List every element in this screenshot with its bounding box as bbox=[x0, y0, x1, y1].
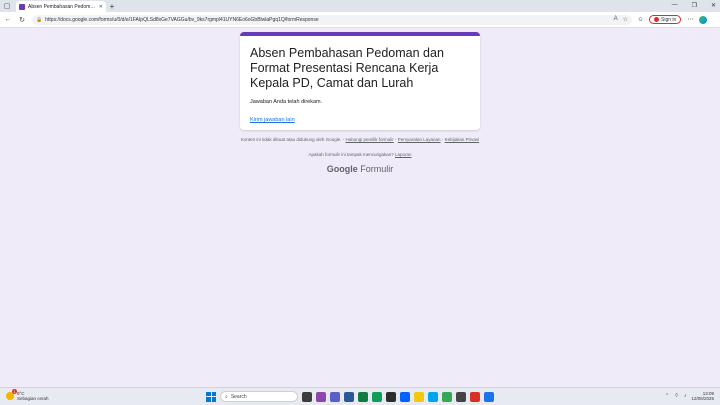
favorite-star-icon[interactable]: ☆ bbox=[623, 16, 628, 23]
maximize-icon[interactable]: ❐ bbox=[692, 2, 697, 9]
volume-icon[interactable]: ♪ bbox=[684, 393, 687, 399]
chrome-icon[interactable] bbox=[442, 391, 452, 402]
app-icon[interactable] bbox=[484, 391, 494, 402]
wifi-icon[interactable]: ⌔ bbox=[674, 393, 679, 399]
taskbar: 1 9°C Sebagian cerah ⌕ Search ⌃ ⌔ ♪ 13:0… bbox=[0, 387, 720, 405]
submit-another-response-link[interactable]: Kirim jawaban lain bbox=[250, 117, 295, 123]
refresh-icon[interactable]: ↻ bbox=[16, 14, 28, 26]
footer-separator: - bbox=[441, 137, 444, 142]
form-response-card: Absen Pembahasan Pedoman dan Format Pres… bbox=[240, 32, 480, 130]
taskbar-apps: ⌕ Search bbox=[206, 391, 494, 402]
terminal-icon[interactable] bbox=[386, 391, 396, 402]
store-icon[interactable] bbox=[344, 391, 354, 402]
task-view-icon[interactable] bbox=[302, 391, 312, 402]
lock-icon: 🔒 bbox=[36, 16, 43, 23]
more-menu-icon[interactable]: ⋯ bbox=[687, 16, 693, 23]
back-icon[interactable]: ← bbox=[2, 14, 14, 26]
forms-favicon-icon bbox=[19, 3, 25, 10]
footer-disclaimer: Konten ini tidak dibuat atau didukung ol… bbox=[240, 137, 345, 142]
weather-badge: 1 bbox=[12, 389, 17, 394]
profile-avatar-icon bbox=[654, 17, 660, 22]
brand-google: Google bbox=[326, 164, 358, 174]
favorites-icon[interactable]: ✩ bbox=[638, 16, 643, 23]
dropbox-icon[interactable] bbox=[400, 391, 410, 402]
weather-sun-icon: 1 bbox=[6, 389, 17, 400]
weather-widget[interactable]: 1 9°C Sebagian cerah bbox=[6, 389, 49, 401]
outlook-icon[interactable] bbox=[428, 391, 438, 402]
report-line: Apakah formulir ini tampak mencurigakan?… bbox=[240, 152, 480, 158]
tab-actions-icon[interactable]: ▢ bbox=[0, 0, 14, 12]
search-icon: ⌕ bbox=[225, 393, 228, 400]
browser-toolbar: ← ↻ 🔒 https://docs.google.com/forms/u/0/… bbox=[0, 12, 720, 28]
tab-title: Absen Pembahasan Pedoman dan bbox=[28, 3, 96, 10]
footer-disclaimer-line: Konten ini tidak dibuat atau didukung ol… bbox=[240, 137, 480, 143]
pdf-app-icon[interactable] bbox=[470, 391, 480, 402]
minimize-icon[interactable]: — bbox=[672, 2, 678, 9]
address-bar[interactable]: 🔒 https://docs.google.com/forms/u/0/d/e/… bbox=[32, 14, 632, 25]
read-aloud-icon[interactable]: A bbox=[614, 16, 618, 23]
brand-forms: Formulir bbox=[360, 164, 394, 174]
footer-separator: - bbox=[395, 137, 397, 142]
tray-chevron-icon[interactable]: ⌃ bbox=[665, 393, 669, 399]
url-text[interactable]: https://docs.google.com/forms/u/0/d/e/1F… bbox=[45, 17, 610, 23]
clock-date: 12/06/2025 bbox=[691, 396, 714, 401]
close-tab-icon[interactable]: ✕ bbox=[99, 4, 103, 10]
edge-browser-icon[interactable] bbox=[372, 391, 382, 402]
new-tab-button[interactable]: + bbox=[106, 1, 118, 12]
google-forms-logo[interactable]: Google Formulir bbox=[240, 164, 480, 174]
system-tray: ⌃ ⌔ ♪ 13:09 12/06/2025 bbox=[665, 391, 714, 401]
contact-owner-link[interactable]: Hubungi pemilik formulir bbox=[345, 137, 393, 142]
file-explorer-icon[interactable] bbox=[414, 391, 424, 402]
search-label: Search bbox=[230, 393, 247, 400]
github-icon[interactable] bbox=[456, 391, 466, 402]
confirmation-message: Jawaban Anda telah direkam. bbox=[250, 99, 323, 105]
copilot-icon[interactable] bbox=[699, 15, 708, 24]
copilot-app-icon[interactable] bbox=[316, 391, 326, 402]
browser-tab[interactable]: Absen Pembahasan Pedoman dan ✕ bbox=[16, 1, 106, 12]
suspicious-text: Apakah formulir ini tampak mencurigakan? bbox=[308, 152, 394, 157]
close-window-icon[interactable]: ✕ bbox=[711, 2, 716, 9]
start-button[interactable] bbox=[206, 391, 216, 402]
browser-tab-bar: ▢ Absen Pembahasan Pedoman dan ✕ + — ❐ ✕ bbox=[0, 0, 720, 12]
sign-in-label: Sign in bbox=[661, 16, 677, 23]
clock[interactable]: 13:09 12/06/2025 bbox=[691, 391, 714, 401]
excel-icon[interactable] bbox=[358, 391, 368, 402]
teams-icon[interactable] bbox=[330, 391, 340, 402]
taskbar-search[interactable]: ⌕ Search bbox=[220, 391, 298, 402]
report-link[interactable]: Laporan bbox=[395, 152, 412, 157]
privacy-link[interactable]: Kebijakan Privasi bbox=[445, 137, 480, 142]
form-title: Absen Pembahasan Pedoman dan Format Pres… bbox=[250, 46, 444, 90]
sign-in-button[interactable]: Sign in bbox=[649, 15, 682, 24]
window-controls: — ❐ ✕ bbox=[672, 2, 716, 9]
weather-desc: Sebagian cerah bbox=[17, 396, 49, 401]
form-footer: Konten ini tidak dibuat atau didukung ol… bbox=[240, 137, 480, 158]
terms-link[interactable]: Persyaratan Layanan bbox=[398, 137, 441, 142]
